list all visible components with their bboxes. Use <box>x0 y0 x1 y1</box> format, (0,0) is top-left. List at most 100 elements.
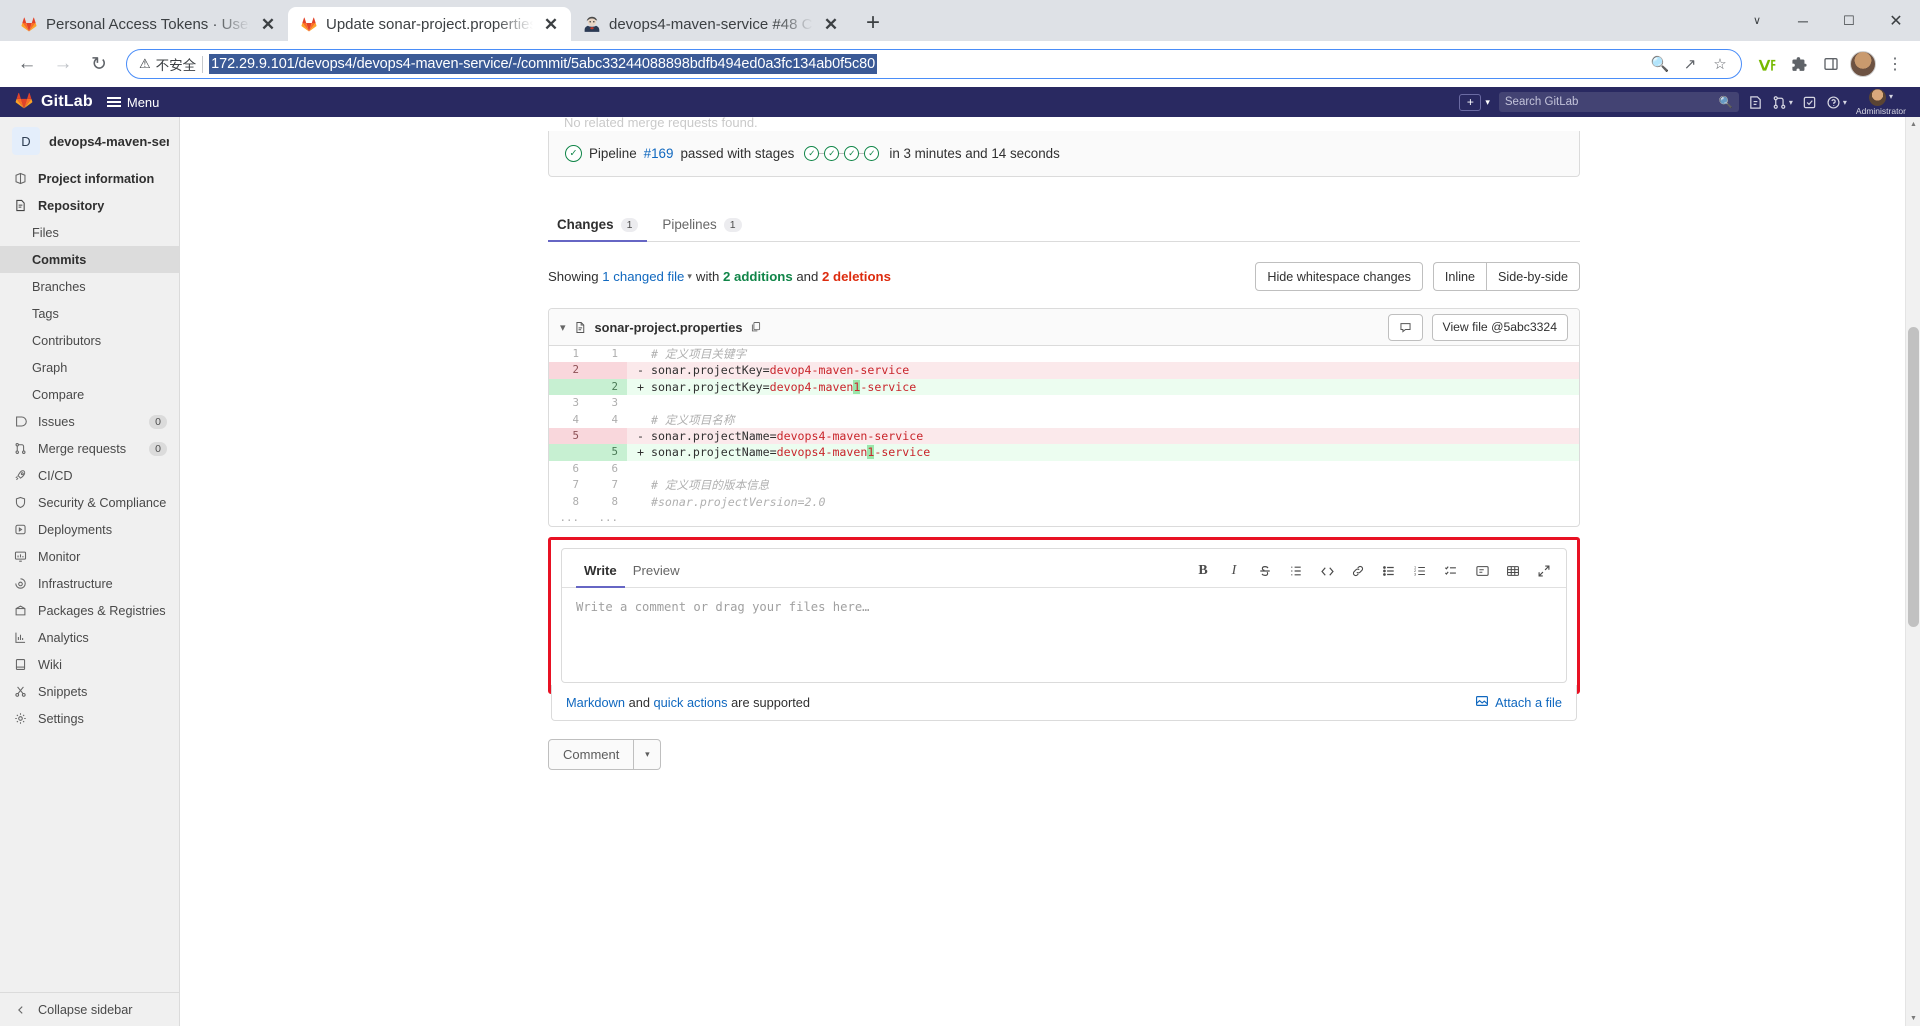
search-icon[interactable]: 🔍 <box>1647 51 1673 77</box>
sidebar-item-analytics[interactable]: Analytics <box>0 624 179 651</box>
quote-icon[interactable] <box>1288 563 1304 579</box>
table-icon[interactable] <box>1505 563 1521 579</box>
url-text[interactable]: 172.29.9.101/devops4/devops4-maven-servi… <box>209 54 878 74</box>
collapse-sidebar-button[interactable]: Collapse sidebar <box>0 992 179 1026</box>
tab-pipelines[interactable]: Pipelines 1 <box>653 210 750 241</box>
inline-view-button[interactable]: Inline <box>1432 262 1486 291</box>
address-bar[interactable]: ⚠ 不安全 172.29.9.101/devops4/devops4-maven… <box>126 49 1742 79</box>
browser-menu-icon[interactable]: ⋮ <box>1880 49 1910 79</box>
comment-button[interactable]: Comment <box>548 739 635 771</box>
pipeline-number-link[interactable]: #169 <box>644 146 674 161</box>
diff-line-expand[interactable]: ... ... <box>549 510 1579 526</box>
sidepanel-icon[interactable] <box>1816 49 1846 79</box>
comment-textarea[interactable]: Write a comment or drag your files here… <box>562 588 1566 682</box>
maximize-button[interactable]: ☐ <box>1826 0 1872 41</box>
hide-whitespace-button[interactable]: Hide whitespace changes <box>1255 262 1423 291</box>
attach-file-button[interactable]: Attach a file <box>1475 694 1562 711</box>
issues-icon[interactable] <box>1748 95 1763 110</box>
browser-tab-1[interactable]: Personal Access Tokens · User S ✕ <box>8 7 288 41</box>
sidebar-item-project-information[interactable]: Project information <box>0 165 179 192</box>
merge-requests-icon[interactable]: ▾ <box>1772 95 1793 110</box>
stage-check-icon-3[interactable]: ✓ <box>844 146 860 161</box>
help-icon[interactable]: ▾ <box>1826 95 1847 110</box>
close-icon[interactable]: ✕ <box>541 14 561 34</box>
search-input[interactable]: Search GitLab 🔍 <box>1498 92 1739 112</box>
numbered-list-icon[interactable]: 123 <box>1412 563 1428 579</box>
sidebar-item-graph[interactable]: Graph <box>0 354 179 381</box>
fullscreen-icon[interactable] <box>1536 563 1552 579</box>
sidebar-item-contributors[interactable]: Contributors <box>0 327 179 354</box>
link-icon[interactable] <box>1350 563 1366 579</box>
sidebar-item-packages-registries[interactable]: Packages & Registries <box>0 597 179 624</box>
gitlab-home-link[interactable]: GitLab <box>14 90 93 115</box>
markdown-link[interactable]: Markdown <box>566 695 625 710</box>
scrollbar-thumb[interactable] <box>1908 327 1919 627</box>
sidebar-item-snippets[interactable]: Snippets <box>0 678 179 705</box>
chevron-down-icon[interactable]: ∨ <box>1734 0 1780 41</box>
tab-write[interactable]: Write <box>576 555 625 589</box>
sidebar-project-header[interactable]: D devops4-maven-service <box>0 117 179 165</box>
stage-check-icon-2[interactable]: ✓ <box>824 146 840 161</box>
sidebar-item-compare[interactable]: Compare <box>0 381 179 408</box>
extension-puzzle-icon[interactable] <box>1784 49 1814 79</box>
profile-avatar[interactable] <box>1848 49 1878 79</box>
minimize-button[interactable]: ─ <box>1780 0 1826 41</box>
scroll-down-arrow[interactable]: ▼ <box>1906 1011 1920 1026</box>
code-icon[interactable] <box>1319 563 1335 579</box>
quick-actions-link[interactable]: quick actions <box>654 695 728 710</box>
changed-file-dropdown[interactable]: 1 changed file <box>602 269 684 284</box>
task-list-icon[interactable] <box>1443 563 1459 579</box>
share-icon[interactable]: ↗ <box>1677 51 1703 77</box>
copy-icon[interactable] <box>750 321 762 333</box>
tab-preview[interactable]: Preview <box>625 555 688 587</box>
reload-button[interactable]: ↻ <box>82 47 116 81</box>
browser-tab-2[interactable]: Update sonar-project.properties ✕ <box>288 7 571 41</box>
sidebar-item-deployments[interactable]: Deployments <box>0 516 179 543</box>
main-menu-button[interactable]: Menu <box>106 95 159 110</box>
todos-icon[interactable] <box>1802 95 1817 110</box>
sidebar-item-settings[interactable]: Settings <box>0 705 179 732</box>
forward-button[interactable]: → <box>46 47 80 81</box>
italic-icon[interactable]: I <box>1226 563 1242 579</box>
star-icon[interactable]: ☆ <box>1707 51 1733 77</box>
back-button[interactable]: ← <box>10 47 44 81</box>
stage-check-icon-1[interactable]: ✓ <box>804 146 820 161</box>
user-menu[interactable]: ▾ Administrator <box>1856 88 1906 116</box>
close-window-button[interactable]: ✕ <box>1872 0 1920 41</box>
comment-icon[interactable] <box>1387 313 1423 341</box>
new-tab-button[interactable]: + <box>857 7 889 39</box>
chevron-down-icon[interactable]: ▾ <box>634 739 662 771</box>
sidebar-item-tags[interactable]: Tags <box>0 300 179 327</box>
strikethrough-icon[interactable] <box>1257 563 1273 579</box>
sidebar-item-merge-requests[interactable]: Merge requests 0 <box>0 435 179 462</box>
collapsible-section-icon[interactable] <box>1474 563 1490 579</box>
chevron-down-icon[interactable]: ▾ <box>560 321 566 334</box>
bulleted-list-icon[interactable] <box>1381 563 1397 579</box>
sidebar-item-infrastructure[interactable]: Infrastructure <box>0 570 179 597</box>
diff-line-new-number: 6 <box>611 461 618 475</box>
tab-changes[interactable]: Changes 1 <box>548 210 648 242</box>
sidebar-item-cicd[interactable]: CI/CD <box>0 462 179 489</box>
sidebar-item-repository[interactable]: Repository <box>0 192 179 219</box>
sidebar-item-commits[interactable]: Commits <box>0 246 179 273</box>
close-icon[interactable]: ✕ <box>258 14 278 34</box>
chevron-down-icon[interactable]: ▾ <box>687 271 692 282</box>
browser-tab-3[interactable]: devops4-maven-service #48 C ✕ <box>571 7 851 41</box>
side-by-side-view-button[interactable]: Side-by-side <box>1486 262 1580 291</box>
close-icon[interactable]: ✕ <box>821 14 841 34</box>
sidebar-item-branches[interactable]: Branches <box>0 273 179 300</box>
sidebar-item-issues[interactable]: Issues 0 <box>0 408 179 435</box>
bold-icon[interactable]: B <box>1195 563 1211 579</box>
sidebar-item-monitor[interactable]: Monitor <box>0 543 179 570</box>
nvidia-icon[interactable] <box>1752 49 1782 79</box>
sidebar-item-security-compliance[interactable]: Security & Compliance <box>0 489 179 516</box>
stage-check-icon-4[interactable]: ✓ <box>864 146 880 161</box>
page-scrollbar[interactable]: ▲ ▼ <box>1905 117 1920 1026</box>
sidebar-item-wiki[interactable]: Wiki <box>0 651 179 678</box>
new-item-dropdown[interactable]: + ▾ <box>1459 93 1490 111</box>
security-indicator[interactable]: ⚠ 不安全 <box>139 54 196 74</box>
diff-line-code <box>627 461 1579 477</box>
view-file-button[interactable]: View file @5abc3324 <box>1431 313 1568 341</box>
scroll-up-arrow[interactable]: ▲ <box>1906 117 1920 132</box>
sidebar-item-files[interactable]: Files <box>0 219 179 246</box>
